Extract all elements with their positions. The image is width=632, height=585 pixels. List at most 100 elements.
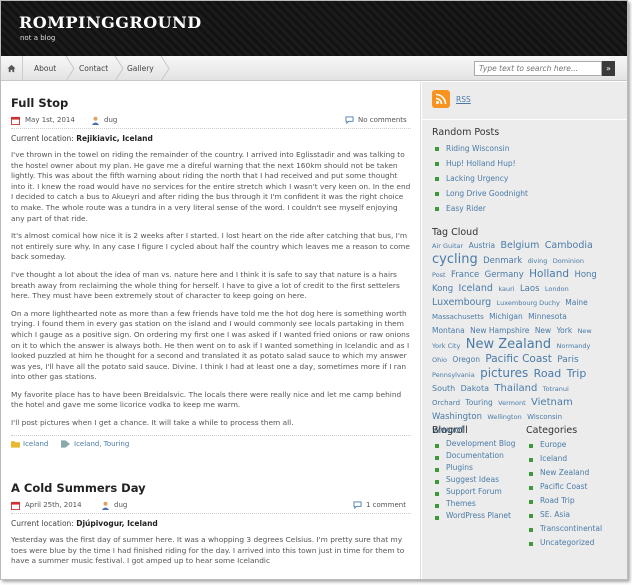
- tag-cloud-link[interactable]: kauri: [498, 285, 514, 293]
- category-link[interactable]: Transcontinental: [526, 522, 621, 536]
- tag-cloud-link[interactable]: Totranui: [543, 385, 569, 393]
- post-tags-links[interactable]: Iceland, Touring: [74, 440, 129, 448]
- tag-cloud-link[interactable]: pictures: [480, 366, 528, 380]
- post-paragraph: I'll post pictures when I get a chance. …: [11, 418, 294, 428]
- tag-cloud-link[interactable]: Thailand: [494, 383, 537, 394]
- location-value: Djúpivogur, Iceland: [76, 519, 158, 528]
- tag-cloud-link[interactable]: Paris: [557, 355, 578, 365]
- tag-cloud-link[interactable]: Wellington: [487, 413, 521, 421]
- nav-item-gallery[interactable]: Gallery: [127, 56, 154, 81]
- tag-cloud-link[interactable]: Normandy: [557, 342, 591, 350]
- current-location: Current location: Djúpivogur, Iceland: [11, 519, 411, 528]
- tag-cloud-link[interactable]: Wisconsin: [527, 413, 562, 421]
- post-comments-link[interactable]: No comments: [358, 116, 407, 124]
- blogroll-link[interactable]: Development Blog: [432, 438, 524, 449]
- tag-cloud-link[interactable]: London: [545, 285, 569, 293]
- tag-cloud-link[interactable]: Dakota: [461, 384, 489, 393]
- category-link[interactable]: New Zealand: [526, 466, 621, 480]
- post-paragraph: It's almost comical how nice it is 2 wee…: [11, 231, 410, 262]
- post-date: April 25th, 2014: [25, 501, 82, 509]
- tag-cloud-link[interactable]: Orchard: [432, 399, 460, 407]
- random-post-link[interactable]: Long Drive Goodnight: [432, 186, 528, 201]
- tag-cloud-link[interactable]: New: [535, 326, 551, 335]
- tag-cloud-link[interactable]: Road: [534, 367, 562, 380]
- category-link[interactable]: Uncategorized: [526, 536, 621, 550]
- category-link[interactable]: Road Trip: [526, 494, 621, 508]
- post-author[interactable]: dug: [114, 501, 127, 509]
- blogroll-link[interactable]: Documentation: [432, 450, 524, 461]
- tag-cloud-link[interactable]: Air Guitar: [432, 242, 463, 250]
- rss-icon[interactable]: [432, 90, 450, 108]
- post-a-cold-summers-day: A Cold Summers Day April 25th, 2014 dug …: [11, 481, 411, 567]
- tag-cloud-link[interactable]: Massachusetts: [432, 313, 484, 321]
- post-title[interactable]: Full Stop: [11, 96, 411, 110]
- tag-cloud-link[interactable]: Maine: [565, 298, 588, 307]
- post-body: I've thrown in the towel on riding the r…: [11, 150, 411, 429]
- blogroll-link[interactable]: Suggest Ideas: [432, 474, 524, 485]
- tag-cloud-link[interactable]: Michigan: [489, 312, 523, 321]
- tag-cloud-link[interactable]: cycling: [432, 252, 478, 267]
- location-label: Current location:: [11, 134, 74, 143]
- tag-cloud-link[interactable]: Iceland: [459, 283, 493, 294]
- tag-cloud-link[interactable]: Laos: [520, 284, 540, 294]
- random-post-link[interactable]: Lacking Urgency: [432, 171, 528, 186]
- post-date: May 1st, 2014: [25, 116, 75, 124]
- tag-cloud-link[interactable]: Belgium: [500, 240, 539, 251]
- tag-cloud-link[interactable]: Austria: [469, 241, 496, 250]
- nav-item-contact[interactable]: Contact: [79, 56, 108, 81]
- search-arrow-icon: »: [606, 64, 611, 73]
- post-author[interactable]: dug: [104, 116, 117, 124]
- blogroll-heading: Blogroll: [432, 425, 468, 436]
- tag-cloud-link[interactable]: Trip: [567, 367, 587, 380]
- post-meta: May 1st, 2014 dug No comments: [11, 115, 411, 129]
- tag-cloud-link[interactable]: Holland: [529, 268, 569, 280]
- category-link[interactable]: Europe: [526, 438, 621, 452]
- nav-separator: [65, 56, 75, 81]
- tag-cloud-link[interactable]: Germany: [485, 270, 524, 280]
- tag-cloud-link[interactable]: Touring: [465, 398, 492, 407]
- site-description: not a blog: [20, 34, 56, 42]
- rss-link[interactable]: RSS: [456, 95, 471, 104]
- random-post-link[interactable]: Riding Wisconsin: [432, 141, 528, 156]
- blogroll-link[interactable]: WordPress Planet: [432, 510, 524, 521]
- post-comments-link[interactable]: 1 comment: [366, 501, 406, 509]
- tag-cloud-link[interactable]: Minnesota: [528, 312, 567, 321]
- post-meta: April 25th, 2014 dug 1 comment: [11, 500, 411, 514]
- tag-cloud-link[interactable]: Montana: [432, 326, 465, 335]
- post-title[interactable]: A Cold Summers Day: [11, 481, 411, 495]
- tag-cloud-link[interactable]: Pennsylvania: [432, 371, 475, 379]
- tag-cloud-link[interactable]: France: [451, 270, 479, 280]
- blogroll-link[interactable]: Support Forum: [432, 486, 524, 497]
- category-link[interactable]: Iceland: [526, 452, 621, 466]
- categories-heading: Categories: [526, 425, 578, 436]
- blogroll-link[interactable]: Themes: [432, 498, 524, 509]
- tag-cloud-link[interactable]: Vietnam: [531, 397, 573, 408]
- tag-cloud-link[interactable]: Luxembourg: [432, 297, 491, 308]
- tag-cloud-link[interactable]: Pacific Coast: [485, 353, 552, 365]
- tag-cloud-link[interactable]: Ohio: [432, 356, 447, 364]
- search-button[interactable]: »: [602, 61, 615, 76]
- tag-cloud-link[interactable]: South: [432, 384, 455, 393]
- tag-cloud-link[interactable]: New Hampshire: [470, 326, 529, 335]
- tag-cloud-link[interactable]: Washington: [432, 412, 482, 422]
- random-post-link[interactable]: Easy Rider: [432, 201, 528, 216]
- tag-cloud-link[interactable]: Denmark: [483, 256, 522, 266]
- tag-cloud-link[interactable]: Oregon: [452, 355, 480, 364]
- post-category-link[interactable]: Iceland: [23, 440, 48, 448]
- category-link[interactable]: Pacific Coast: [526, 480, 621, 494]
- tag-cloud-link[interactable]: Luxembourg Duchy: [497, 299, 560, 307]
- tag-cloud-link[interactable]: Vermont: [498, 399, 525, 407]
- category-link[interactable]: SE. Asia: [526, 508, 621, 522]
- tag-cloud-link[interactable]: York: [557, 326, 573, 335]
- home-button[interactable]: [1, 56, 23, 81]
- search-input[interactable]: [474, 61, 602, 76]
- site-header: Rompingground not a blog: [1, 1, 627, 56]
- random-post-link[interactable]: Hup! Holland Hup!: [432, 156, 528, 171]
- tag-cloud-link[interactable]: Cambodia: [545, 240, 593, 251]
- location-value: Rejikiavic, Iceland: [76, 134, 153, 143]
- blogroll-link[interactable]: Plugins: [432, 462, 524, 473]
- tag-cloud-link[interactable]: diving: [528, 257, 548, 265]
- tag-cloud-link[interactable]: New Zealand: [466, 337, 551, 352]
- nav-item-about[interactable]: About: [34, 56, 56, 81]
- site-title[interactable]: Rompingground: [19, 13, 202, 32]
